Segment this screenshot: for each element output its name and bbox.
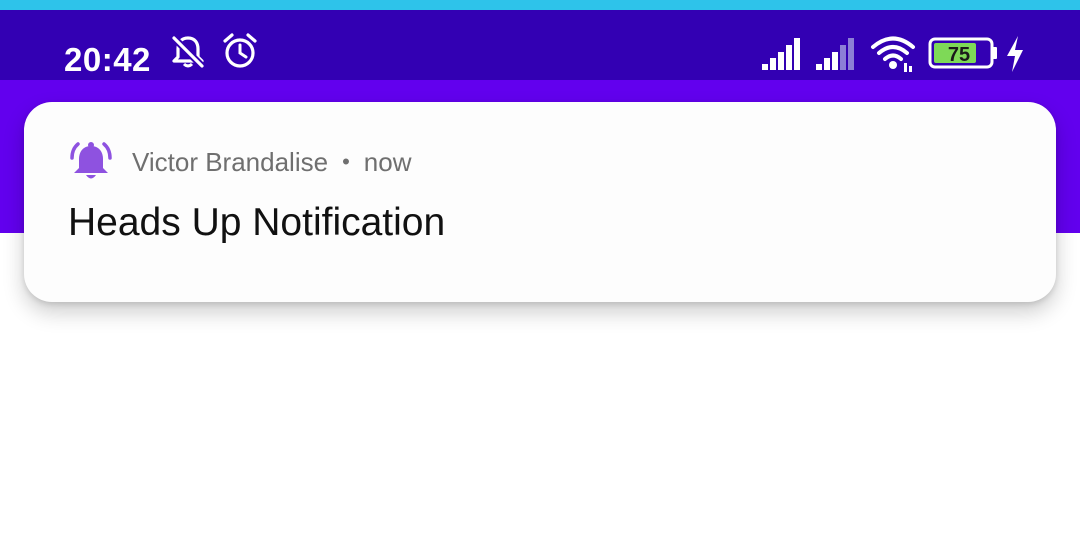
header-separator: • [342,149,350,174]
wifi-icon [871,36,915,72]
battery-percent: 75 [948,44,970,66]
notification-header: Victor Brandalise • now [68,140,411,184]
notification-timestamp: now [363,147,412,177]
heads-up-notification[interactable]: Victor Brandalise • now Heads Up Notific… [24,102,1056,302]
signal-icon [816,38,854,70]
signal-icon [762,38,800,70]
notification-title: Heads Up Notification [68,201,446,244]
status-bar: 20:42 75 [0,10,1080,80]
status-time: 20:42 [64,41,151,78]
top-accent-strip [0,0,1080,10]
charging-bolt-icon [1007,36,1023,72]
notification-app-name: Victor Brandalise [132,147,329,177]
battery-icon: 75 [928,37,997,69]
alarm-icon [223,33,257,68]
notifications-off-icon [171,35,205,69]
phone-screen: 20:42 75 Victor Brandalise • now Heads U… [0,0,1080,534]
bell-ringing-icon [70,142,112,179]
